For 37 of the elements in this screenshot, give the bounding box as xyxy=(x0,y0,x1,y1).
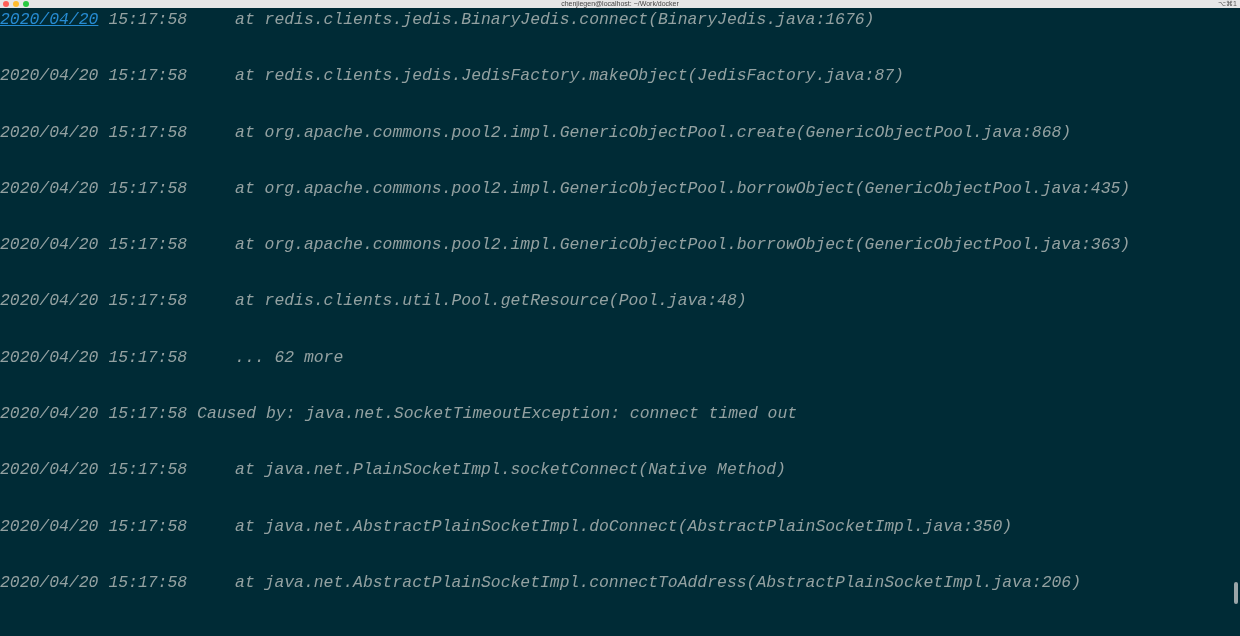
log-message: at redis.clients.jedis.BinaryJedis.connect(BinaryJedis.java:1676) xyxy=(235,10,875,31)
close-button[interactable] xyxy=(3,1,9,7)
log-date: 2020/04/20 xyxy=(0,66,99,88)
log-date: 2020/04/20 xyxy=(0,235,99,257)
log-date: 2020/04/20 xyxy=(0,404,99,426)
log-time: 15:17:58 xyxy=(108,178,188,200)
log-message: at java.net.AbstractPlainSocketImpl.doConnect(AbstractPlainSocketImpl.java:350) xyxy=(235,516,1013,538)
log-date: 2020/04/20 xyxy=(0,291,99,313)
log-date: 2020/04/20 xyxy=(0,178,99,200)
log-message: at redis.clients.jedis.JedisFactory.makeObject(JedisFactory.java:87) xyxy=(235,66,904,88)
log-date: 2020/04/20 xyxy=(0,516,99,538)
log-time: 15:17:58 xyxy=(108,235,188,257)
log-time: 15:17:58 xyxy=(108,516,188,538)
log-message: at org.apache.commons.pool2.impl.GenericObjectPool.borrowObject(GenericObjectPool.java:435) xyxy=(235,178,1131,200)
log-message: ... 62 more xyxy=(235,347,344,369)
scrollbar-thumb[interactable] xyxy=(1234,582,1238,604)
log-date: 2020/04/20 xyxy=(0,572,99,594)
date-link[interactable]: 2020/04/20 xyxy=(0,10,99,67)
log-time: 15:17:58 xyxy=(108,122,188,144)
log-date: 2020/04/20 xyxy=(0,122,99,144)
log-time: 15:17:58 xyxy=(108,572,188,594)
log-message: at org.apache.commons.pool2.impl.GenericObjectPool.borrowObject(GenericObjectPool.java:363) xyxy=(235,235,1131,257)
minimize-button[interactable] xyxy=(13,1,19,7)
log-message: at java.net.AbstractPlainSocketImpl.connectToAddress(AbstractPlainSocketImpl.java:206) xyxy=(235,572,1081,594)
zoom-button[interactable] xyxy=(23,1,29,7)
log-date: 2020/04/20 xyxy=(0,460,99,482)
log-time: 15:17:58 xyxy=(108,460,188,482)
log-message: at org.apache.commons.pool2.impl.GenericObjectPool.create(GenericObjectPool.java:868) xyxy=(235,122,1072,144)
log-message: Caused by: java.net.SocketTimeoutException: connect timed out xyxy=(197,404,798,426)
log-time: 15:17:58 xyxy=(108,66,188,88)
log-time: 15:17:58 xyxy=(108,347,188,369)
log-message: at java.net.PlainSocketImpl.socketConnect(Native Method) xyxy=(235,460,786,482)
log-date: 2020/04/20 xyxy=(0,347,99,369)
log-time: 15:17:58 xyxy=(108,404,188,426)
log-time: 15:17:58 xyxy=(108,10,188,31)
log-message: at redis.clients.util.Pool.getResource(Pool.java:48) xyxy=(235,291,747,313)
log-time: 15:17:58 xyxy=(108,291,188,313)
